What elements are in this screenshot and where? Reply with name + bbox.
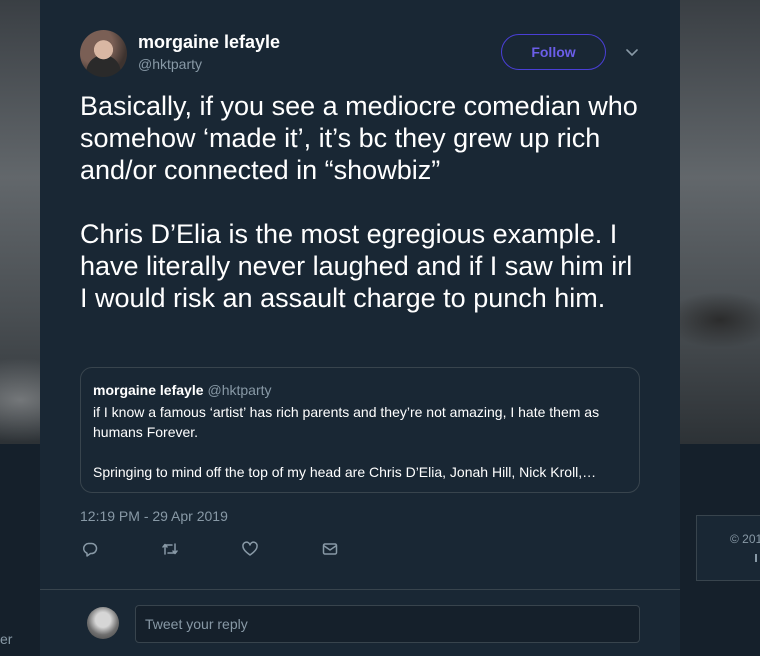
tweet-paragraph: Chris D’Elia is the most egregious examp… — [80, 219, 633, 313]
quoted-display-name: morgaine lefayle — [93, 382, 204, 398]
tweet-timestamp[interactable]: 12:19 PM - 29 Apr 2019 — [80, 508, 228, 524]
user-handle[interactable]: @hktparty — [138, 56, 202, 72]
display-name[interactable]: morgaine lefayle — [138, 32, 280, 53]
follow-button[interactable]: Follow — [501, 34, 606, 70]
tweet-text: Basically, if you see a mediocre comedia… — [80, 90, 640, 314]
tweet-card: morgaine lefayle @hktparty Follow Basica… — [40, 0, 680, 656]
reply-input[interactable] — [135, 605, 640, 643]
divider — [40, 589, 680, 590]
footer-fragment-mark — [755, 554, 757, 562]
retweet-icon[interactable] — [161, 540, 181, 560]
tweet-actions — [80, 540, 380, 560]
chevron-down-icon[interactable] — [624, 44, 640, 60]
quoted-tweet[interactable]: morgaine lefayle @hktparty if I know a fa… — [80, 367, 640, 493]
quoted-paragraph: if I know a famous ‘artist’ has rich par… — [93, 404, 600, 440]
quoted-tweet-text: if I know a famous ‘artist’ has rich par… — [93, 402, 627, 482]
avatar[interactable] — [80, 30, 127, 77]
envelope-icon[interactable] — [321, 540, 341, 560]
heart-icon[interactable] — [241, 540, 261, 560]
quoted-paragraph: Springing to mind off the top of my head… — [93, 464, 597, 480]
tweet-paragraph: Basically, if you see a mediocre comedia… — [80, 91, 638, 185]
reply-avatar — [87, 607, 119, 639]
copyright-text: © 201 — [730, 532, 760, 546]
quoted-handle: @hktparty — [207, 382, 272, 398]
left-footer-link[interactable]: er — [0, 631, 12, 647]
speech-bubble-icon[interactable] — [81, 540, 101, 560]
side-footer-box: © 201 — [696, 515, 760, 581]
quoted-tweet-header: morgaine lefayle @hktparty — [93, 382, 627, 398]
